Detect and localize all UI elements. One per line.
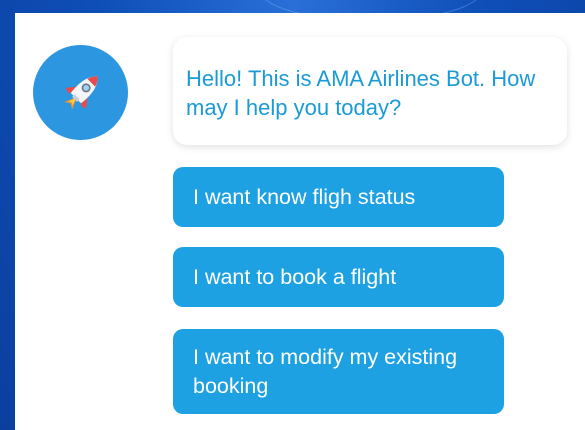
bot-message-bubble: Hello! This is AMA Airlines Bot. How may… [173, 37, 567, 145]
option-label: I want to book a flight [193, 264, 397, 289]
rocket-icon [63, 75, 98, 110]
bot-avatar [33, 45, 128, 140]
option-label: I want know fligh status [193, 184, 416, 209]
option-flight-status-button[interactable]: I want know fligh status [173, 167, 504, 227]
bot-message-text: Hello! This is AMA Airlines Bot. How may… [186, 66, 536, 120]
option-book-flight-button[interactable]: I want to book a flight [173, 247, 504, 307]
option-label: I want to modify my existing booking [193, 344, 458, 398]
option-modify-booking-button[interactable]: I want to modify my existing booking [173, 329, 504, 414]
chat-panel: Hello! This is AMA Airlines Bot. How may… [15, 13, 585, 430]
